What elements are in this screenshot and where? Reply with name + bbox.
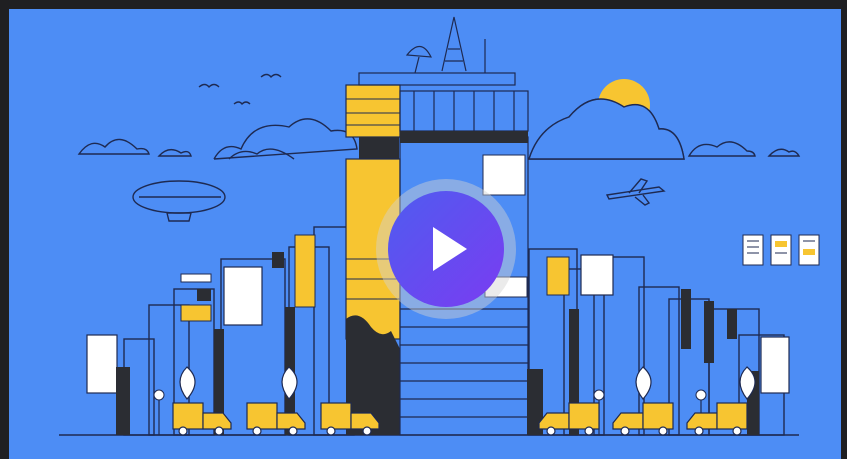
bird-3 [233, 101, 251, 106]
delivery-trucks [172, 402, 748, 436]
video-thumbnail[interactable] [9, 9, 841, 459]
tower-yellow-top [345, 84, 401, 138]
play-button[interactable] [388, 191, 504, 307]
truck-5 [612, 402, 674, 436]
play-icon [433, 227, 467, 271]
cloud-big-left [213, 118, 358, 160]
play-button-wrapper [376, 179, 516, 319]
window-panel [86, 334, 118, 394]
document-icons [742, 234, 820, 266]
airplane [605, 178, 666, 206]
bird-1 [198, 83, 220, 89]
cloud-right-3 [767, 148, 801, 157]
cloud-left-2 [157, 148, 192, 157]
truck-2 [246, 402, 306, 436]
cloud-left [77, 138, 150, 155]
bird-2 [260, 73, 282, 79]
cloud-right-2 [687, 141, 756, 157]
truck-6 [686, 402, 748, 436]
blimp [132, 180, 226, 222]
video-frame [0, 0, 847, 459]
